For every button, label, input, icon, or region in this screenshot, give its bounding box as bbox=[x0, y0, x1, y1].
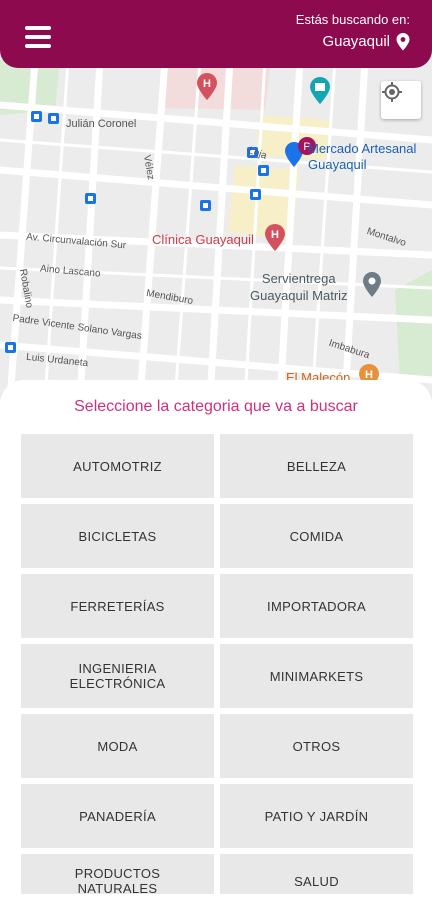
category-sheet: Seleccione la categoria que va a buscar … bbox=[0, 380, 432, 900]
category-ferreterias[interactable]: FERRETERÍAS bbox=[21, 574, 214, 638]
category-patio-y-jardin[interactable]: PATIO Y JARDÍN bbox=[220, 784, 413, 848]
category-minimarkets[interactable]: MINIMARKETS bbox=[220, 644, 413, 708]
category-panaderia[interactable]: PANADERÍA bbox=[21, 784, 214, 848]
poi-pin-icon[interactable] bbox=[362, 272, 382, 298]
hospital-icon[interactable]: H bbox=[264, 224, 286, 252]
app-header: Estás buscando en: Guayaquil bbox=[0, 0, 432, 68]
poi-label: Guayaquil bbox=[308, 157, 367, 172]
category-comida[interactable]: COMIDA bbox=[220, 504, 413, 568]
category-grid: AUTOMOTRIZ BELLEZA BICICLETAS COMIDA FER… bbox=[21, 434, 413, 894]
svg-text:H: H bbox=[203, 78, 211, 90]
location-selector[interactable]: Estás buscando en: Guayaquil bbox=[296, 12, 410, 52]
category-moda[interactable]: MODA bbox=[21, 714, 214, 778]
poi-label: Mercado Artesanal bbox=[308, 141, 417, 156]
street-label: Julián Coronel bbox=[66, 118, 137, 130]
sheet-title: Seleccione la categoria que va a buscar bbox=[74, 398, 358, 415]
category-ingenieria-electronica[interactable]: INGENIERIA ELECTRÓNICA bbox=[21, 644, 214, 708]
category-productos-naturales[interactable]: PRODUCTOS NATURALES bbox=[21, 854, 214, 894]
poi-mercado-artesanal[interactable]: Mercado Artesanal Guayaquil bbox=[308, 141, 416, 173]
hospital-icon[interactable]: H bbox=[196, 73, 218, 101]
category-bicicletas[interactable]: BICICLETAS bbox=[21, 504, 214, 568]
category-importadora[interactable]: IMPORTADORA bbox=[220, 574, 413, 638]
location-city: Guayaquil bbox=[322, 33, 390, 50]
poi-label: Servientrega bbox=[261, 271, 336, 286]
poi-pin-icon[interactable] bbox=[309, 77, 331, 105]
location-caption: Estás buscando en: bbox=[295, 12, 410, 27]
poi-servientrega[interactable]: Servientrega Guayaquil Matriz bbox=[250, 270, 348, 304]
poi-label: Guayaquil Matriz bbox=[250, 288, 348, 303]
poi-clinica-guayaquil[interactable]: Clínica Guayaquil bbox=[152, 232, 254, 247]
category-belleza[interactable]: BELLEZA bbox=[220, 434, 413, 498]
category-salud[interactable]: SALUD bbox=[220, 854, 413, 894]
my-location-button[interactable] bbox=[381, 81, 421, 119]
svg-text:H: H bbox=[271, 229, 279, 241]
menu-icon[interactable] bbox=[25, 26, 51, 48]
location-pin-icon bbox=[396, 33, 410, 51]
my-location-icon bbox=[382, 82, 402, 102]
category-automotriz[interactable]: AUTOMOTRIZ bbox=[21, 434, 214, 498]
category-otros[interactable]: OTROS bbox=[220, 714, 413, 778]
